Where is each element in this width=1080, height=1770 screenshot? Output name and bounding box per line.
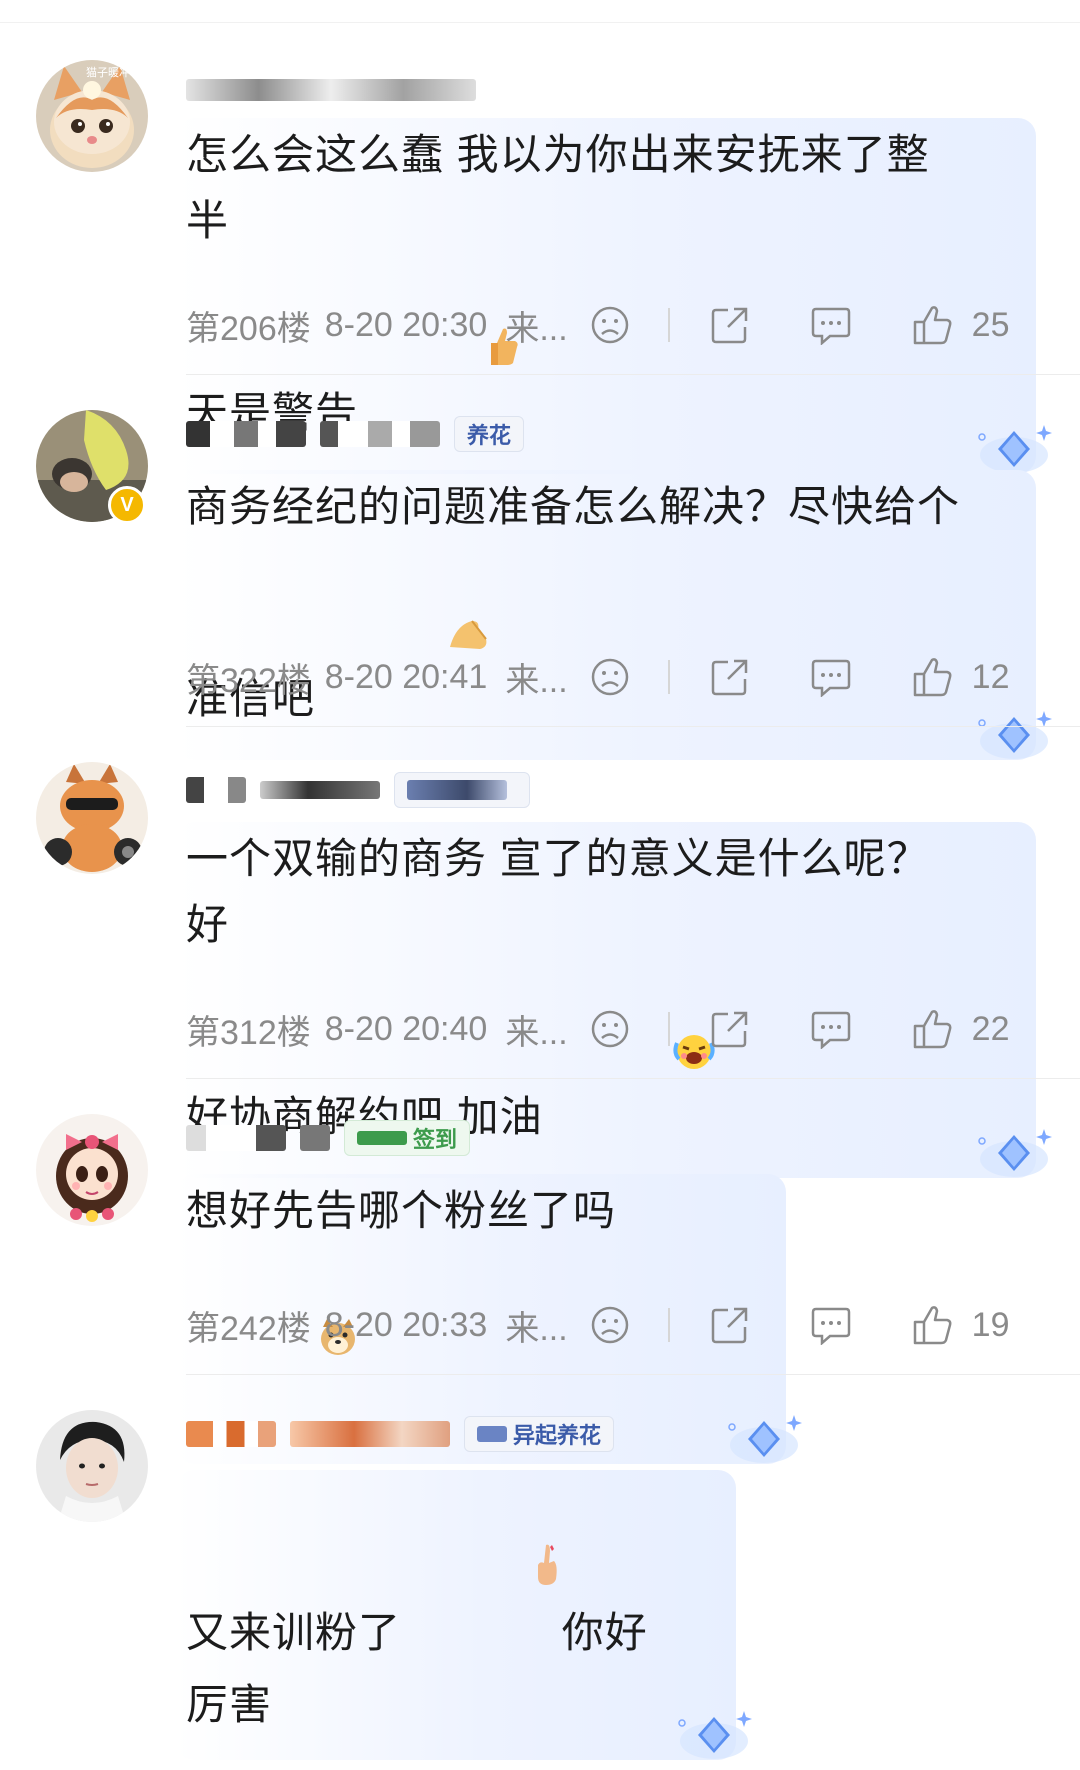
source-label: 来... <box>505 309 568 348</box>
floor-number: 第206楼 <box>186 309 311 348</box>
avatar[interactable] <box>36 762 148 874</box>
source-label: 来... <box>505 661 568 700</box>
verified-badge-icon: V <box>108 486 146 524</box>
username-row[interactable] <box>186 70 476 110</box>
comment-bubble[interactable]: 商务经纪的问题准备怎么解决？尽快给个 准信吧 <box>176 470 1052 760</box>
badge-bar <box>477 1426 507 1442</box>
dislike-face-icon[interactable] <box>590 1009 630 1049</box>
dislike-face-icon[interactable] <box>590 305 630 345</box>
share-icon[interactable] <box>710 305 750 345</box>
like-icon[interactable] <box>912 304 954 346</box>
pinch-hand-emoji-icon <box>319 540 490 738</box>
like-count: 12 <box>971 657 1010 696</box>
avatar[interactable]: 猫子暖冲 <box>36 60 148 172</box>
like-icon[interactable] <box>912 1304 954 1346</box>
divider <box>186 374 1080 375</box>
share-icon[interactable] <box>710 657 750 697</box>
separator <box>667 1308 670 1342</box>
share-icon[interactable] <box>710 1305 750 1345</box>
divider <box>186 1374 1080 1375</box>
fan-badge[interactable]: 异起养花 <box>464 1416 615 1452</box>
avatar[interactable] <box>36 1410 148 1522</box>
dislike-face-icon[interactable] <box>590 657 630 697</box>
blurred-username <box>186 1125 286 1151</box>
blurred-username <box>186 421 306 447</box>
blurred-username <box>186 777 246 803</box>
cat-sunglasses-avatar-icon <box>36 762 148 874</box>
comment-meta: 第242楼 8-20 20:33 来... 19 <box>186 1300 1036 1350</box>
username-row[interactable]: 签到 <box>186 1118 471 1158</box>
badge-label <box>407 780 507 800</box>
comment-item: 一个双输的商务 宣了的意义是什么呢？好 好协商解约吧 加油 第312楼 8-20… <box>0 728 1080 1178</box>
timestamp: 8-20 20:41 <box>324 657 488 696</box>
comment-item: 签到 想好先告哪个粉丝了吗 第242楼 8-20 20:33 来... 19 <box>0 1080 1080 1464</box>
fan-badge[interactable] <box>394 772 530 808</box>
divider <box>186 1078 1080 1079</box>
like-count: 22 <box>971 1009 1010 1048</box>
source-label: 来... <box>505 1309 568 1348</box>
like-icon[interactable] <box>912 1008 954 1050</box>
comment-meta: 第206楼 8-20 20:30 来... 25 <box>186 300 1036 350</box>
floor-number: 第242楼 <box>186 1309 311 1348</box>
like-count: 19 <box>971 1305 1010 1344</box>
timestamp: 8-20 20:30 <box>324 305 488 344</box>
cartoon-girl-avatar-icon <box>36 1114 148 1226</box>
finger-heart-emoji-icon <box>405 1474 562 1672</box>
share-icon[interactable] <box>710 1009 750 1049</box>
avatar[interactable] <box>36 1114 148 1226</box>
username-row[interactable]: 异起养花 <box>186 1414 615 1454</box>
floor-number: 第312楼 <box>186 1013 311 1052</box>
comment-meta: 第322楼 8-20 20:41 来... 12 <box>186 652 1036 702</box>
blurred-username <box>300 1125 330 1151</box>
fan-badge[interactable]: 养花 <box>454 416 525 452</box>
divider <box>0 22 1080 23</box>
comment-meta: 第312楼 8-20 20:40 来... 22 <box>186 1004 1036 1054</box>
separator <box>667 1012 670 1046</box>
blurred-username <box>260 781 380 799</box>
badge-label: 异起养花 <box>513 1423 602 1448</box>
badge-bar <box>357 1131 407 1145</box>
source-label: 来... <box>505 1013 568 1052</box>
like-count: 25 <box>971 305 1010 344</box>
username-row[interactable]: 养花 <box>186 414 525 454</box>
like-icon[interactable] <box>912 656 954 698</box>
comment-item: V 养花 商务经纪的问题准备怎么解决？尽快给个 准信吧 第322楼 8-20 2… <box>0 376 1080 760</box>
reply-icon[interactable] <box>810 305 852 345</box>
blurred-username <box>186 1421 276 1447</box>
blurred-username <box>320 421 440 447</box>
avatar-caption: 猫子暖冲 <box>86 67 130 79</box>
dislike-face-icon[interactable] <box>590 1305 630 1345</box>
man-avatar-icon <box>36 1410 148 1522</box>
floor-number: 第322楼 <box>186 661 311 700</box>
username-row[interactable] <box>186 770 530 810</box>
timestamp: 8-20 20:33 <box>324 1305 488 1344</box>
badge-label: 签到 <box>413 1127 458 1152</box>
timestamp: 8-20 20:40 <box>324 1009 488 1048</box>
reply-icon[interactable] <box>810 1305 852 1345</box>
divider <box>186 726 1080 727</box>
blurred-username <box>290 1421 450 1447</box>
badge-label: 养花 <box>467 423 512 448</box>
blurred-username <box>186 79 476 101</box>
separator <box>667 308 670 342</box>
comment-feed: 猫子暖冲 怎么会这么蠢 我以为你出来安抚来了整半 天是警告 第206楼 8-20… <box>0 0 1080 1760</box>
fan-badge[interactable]: 签到 <box>344 1120 471 1156</box>
reply-icon[interactable] <box>810 1009 852 1049</box>
diamond-sparkle-icon <box>674 1705 754 1770</box>
comment-item: 异起养花 又来训粉了 你好厉害 <box>0 1376 1080 1760</box>
comment-item: 猫子暖冲 怎么会这么蠢 我以为你出来安抚来了整半 天是警告 第206楼 8-20… <box>0 0 1080 474</box>
separator <box>667 660 670 694</box>
comment-bubble[interactable]: 又来训粉了 你好厉害 <box>176 1470 752 1760</box>
reply-icon[interactable] <box>810 657 852 697</box>
comment-text: 又来训粉了 你好厉害 <box>186 1474 666 1738</box>
